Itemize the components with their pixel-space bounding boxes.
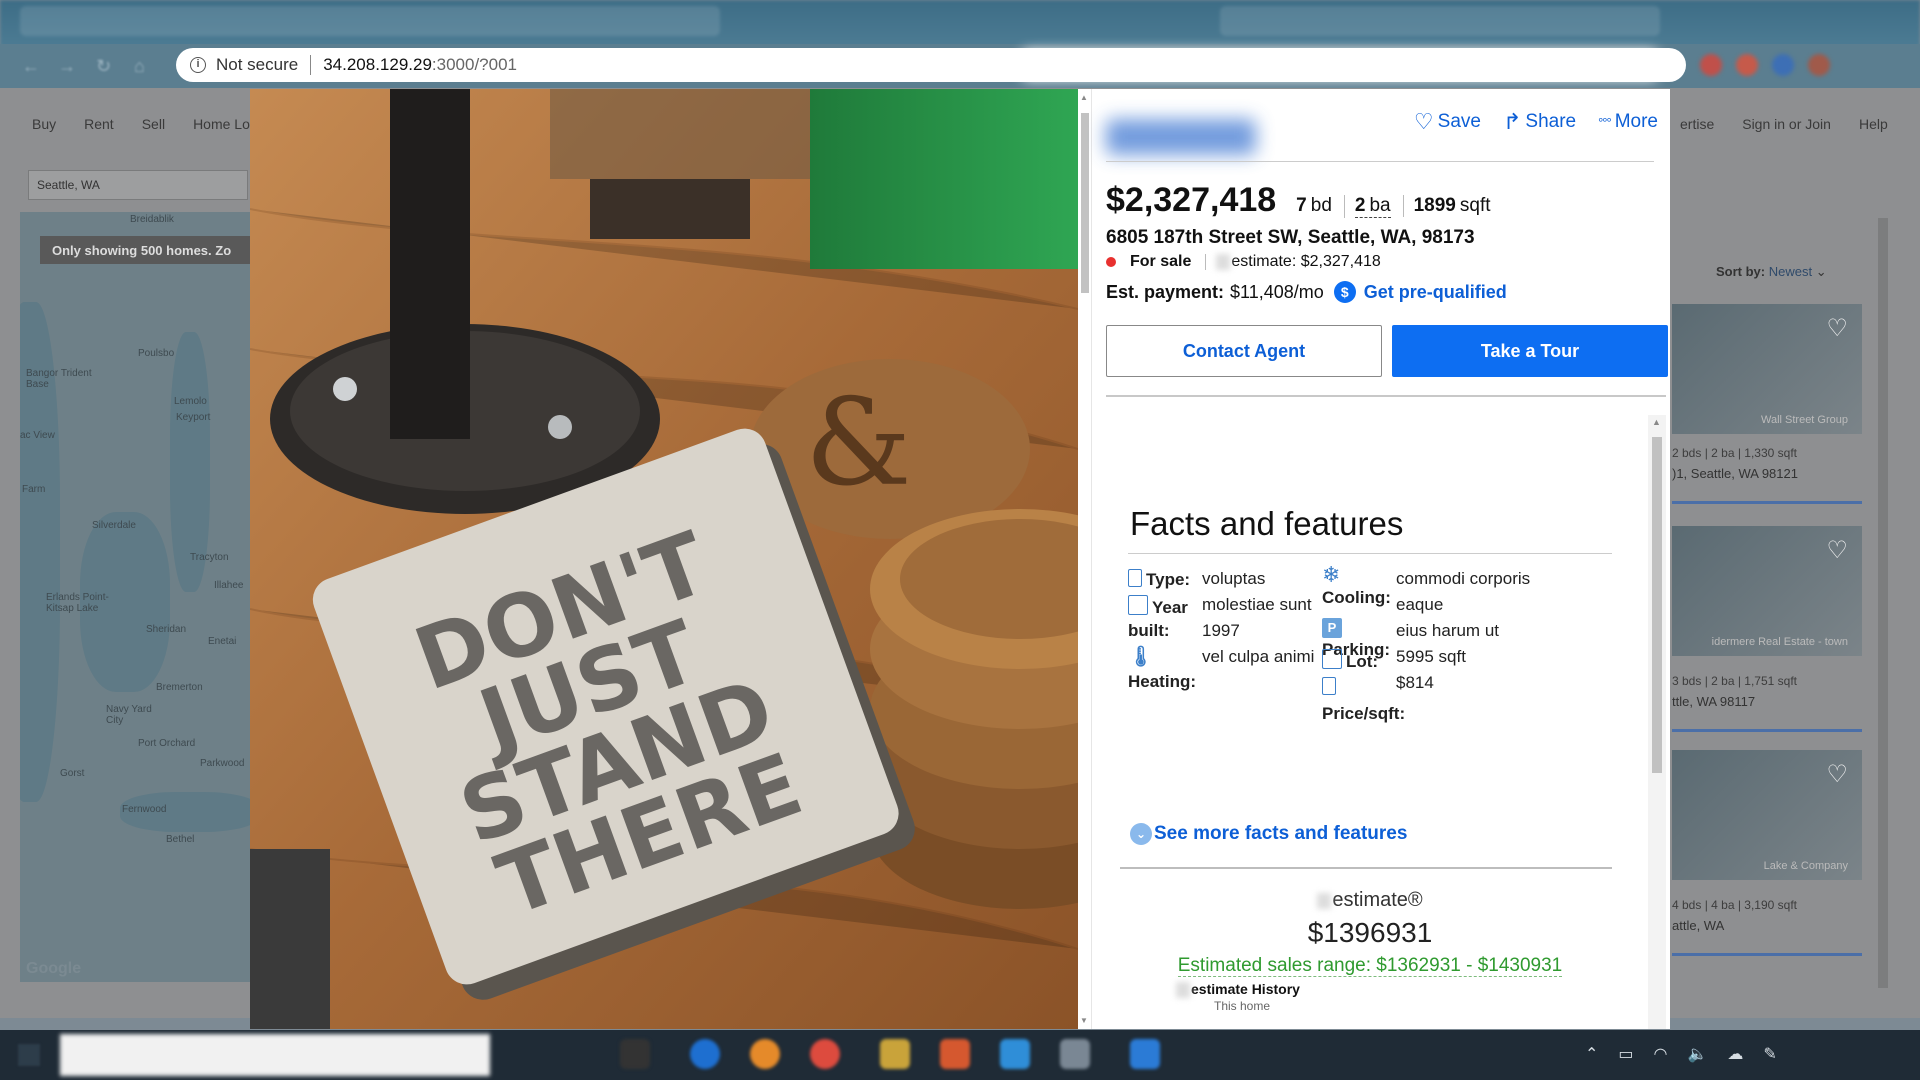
- calendar-icon: [1128, 595, 1148, 615]
- estimate-label: estimate®: [1100, 889, 1640, 912]
- fact-pricesqft-value: $814: [1396, 673, 1434, 692]
- more-button[interactable]: °°° More: [1598, 111, 1658, 133]
- fact-heating-value: vel culpa animi: [1202, 647, 1315, 666]
- panel-scrollbar[interactable]: ▲ ▼: [1078, 89, 1092, 1029]
- page-scrollbar: [1878, 218, 1888, 988]
- heart-icon: ♡: [1826, 315, 1848, 342]
- share-icon: ↱: [1502, 109, 1522, 134]
- fact-year-label: Year built:: [1128, 595, 1198, 642]
- heart-icon: ♡: [1413, 109, 1434, 134]
- nav-home-loans: Home Lo: [193, 116, 250, 132]
- svg-text:&: &: [805, 374, 912, 513]
- take-a-tour-button[interactable]: Take a Tour: [1392, 325, 1668, 377]
- status-label: For sale: [1130, 253, 1192, 270]
- windows-start-icon[interactable]: [18, 1044, 40, 1066]
- wifi-icon[interactable]: ◠: [1654, 1044, 1668, 1064]
- browser-tab-strip: [0, 0, 1920, 48]
- reload-icon[interactable]: ↻: [96, 56, 111, 77]
- price-summary: $2,327,418 7 bd 2 ba 1899 sqft: [1106, 181, 1491, 220]
- site-nav: Buy Rent Sell Home Lo: [32, 116, 250, 132]
- listing-actions: ♡ Save ↱ Share °°° More: [1414, 109, 1658, 135]
- fact-year-value-2: 1997: [1202, 621, 1240, 640]
- contact-agent-button[interactable]: Contact Agent: [1106, 325, 1382, 377]
- fact-parking-value: eius harum ut: [1396, 621, 1499, 640]
- fact-cooling-value-1: commodi corporis: [1396, 569, 1531, 588]
- snowflake-icon: ❄: [1322, 562, 1341, 587]
- estimate-value: $1396931: [1307, 917, 1433, 948]
- details-scrollbar[interactable]: ▲: [1648, 415, 1666, 1029]
- nav-rent: Rent: [84, 116, 114, 132]
- price: $2,327,418: [1106, 181, 1277, 219]
- get-prequalified-link[interactable]: Get pre-qualified: [1364, 282, 1507, 303]
- baths[interactable]: 2 ba: [1343, 195, 1391, 218]
- beds: 7 bd: [1296, 195, 1332, 216]
- listing-card: ♡ idermere Real Estate - town 3 bds | 2 b…: [1672, 526, 1862, 732]
- listing-photo[interactable]: & DON'T JUST STAND THERE: [250, 89, 1078, 1029]
- estimate-range: Estimated sales range: $1362931 - $14309…: [1177, 955, 1563, 977]
- location-search: Seattle, WA: [28, 170, 248, 200]
- listing-details-scroll[interactable]: Facts and features Type: voluptas Year b…: [1100, 415, 1648, 1029]
- fact-lot-value: 5995 sqft: [1396, 647, 1466, 666]
- parking-icon: P: [1322, 618, 1342, 638]
- fact-cooling-value-2: eaque: [1396, 595, 1444, 614]
- payment-row: Est. payment: $11,408/mo $ Get pre-quali…: [1106, 281, 1507, 303]
- sqft: 1899 sqft: [1402, 195, 1491, 217]
- save-button[interactable]: ♡ Save: [1414, 109, 1481, 135]
- price-sqft-icon: [1322, 677, 1336, 695]
- volume-icon[interactable]: 🔈: [1688, 1044, 1708, 1064]
- building-icon: [1128, 569, 1142, 587]
- listing-detail-panel: ▲ ▼ ♡ Save ↱ Share °°° More $2,327,418 7 bd …: [1078, 89, 1670, 1029]
- redaction-blur: [1020, 50, 1660, 80]
- listing-address: 6805 187th Street SW, Seattle, WA, 98173: [1106, 227, 1475, 248]
- nav-sell: Sell: [141, 116, 166, 132]
- sort-control: Sort by: Newest ⌄: [1716, 264, 1827, 279]
- taskbar-search[interactable]: [60, 1034, 490, 1076]
- dollar-icon: $: [1333, 281, 1356, 303]
- heart-icon: ♡: [1826, 761, 1848, 788]
- system-tray: ⌃ ▭ ◠ 🔈 ☁ ✎: [1585, 1044, 1777, 1064]
- info-icon[interactable]: i: [190, 57, 206, 73]
- battery-icon[interactable]: ▭: [1618, 1044, 1633, 1064]
- estimate-inline: estimate: $2,327,418: [1231, 253, 1381, 270]
- pen-icon[interactable]: ✎: [1763, 1044, 1776, 1064]
- home-icon[interactable]: ⌂: [134, 56, 145, 77]
- more-dots-icon: °°°: [1598, 114, 1612, 130]
- lot-icon: [1322, 649, 1342, 669]
- extension-icons: [1700, 54, 1830, 76]
- estimate-history-title: estimate History: [1176, 981, 1300, 999]
- listing-card: ♡ Lake & Company 4 bds | 4 ba | 3,190 sqf…: [1672, 750, 1862, 956]
- nav-buy: Buy: [32, 116, 57, 132]
- brand-logo-blurred: [1106, 119, 1256, 155]
- os-taskbar: ⌃ ▭ ◠ 🔈 ☁ ✎: [0, 1030, 1920, 1080]
- status-dot: [1106, 257, 1116, 267]
- heart-icon: ♡: [1826, 537, 1848, 564]
- url-path: :3000/?001: [431, 55, 518, 74]
- nav-advertise: ertise: [1680, 116, 1715, 132]
- thermometer-icon: 🌡: [1128, 646, 1154, 668]
- site-nav-right: ertise Sign in or Join Help: [1680, 116, 1888, 132]
- estimate-history-sub: This home: [1214, 999, 1271, 1013]
- nav-sign-in: Sign in or Join: [1742, 116, 1831, 132]
- listing-card: ♡ Wall Street Group 2 bds | 2 ba | 1,330 …: [1672, 304, 1862, 504]
- facts-title: Facts and features: [1130, 505, 1404, 542]
- back-icon[interactable]: ←: [22, 56, 40, 77]
- forward-icon[interactable]: →: [58, 56, 76, 77]
- photo-image: & DON'T JUST STAND THERE: [250, 89, 1078, 1029]
- fact-type-value: voluptas: [1202, 569, 1266, 588]
- url-host: 34.208.129.29: [323, 55, 432, 74]
- status-row: For sale estimate: $2,327,418: [1106, 253, 1381, 271]
- payment-value: $11,408/mo: [1230, 281, 1324, 302]
- chevron-down-icon: ⌄: [1130, 823, 1152, 845]
- fact-year-value-1: molestiae sunt: [1202, 595, 1312, 614]
- chevron-up-icon[interactable]: ⌃: [1585, 1044, 1598, 1064]
- cloud-icon[interactable]: ☁: [1727, 1044, 1743, 1064]
- share-button[interactable]: ↱ Share: [1503, 109, 1576, 135]
- map-attribution: Google: [26, 960, 82, 977]
- nav-help: Help: [1858, 116, 1888, 132]
- see-more-facts-link[interactable]: ⌄ See more facts and features: [1130, 823, 1407, 845]
- security-label: Not secure: [216, 55, 299, 74]
